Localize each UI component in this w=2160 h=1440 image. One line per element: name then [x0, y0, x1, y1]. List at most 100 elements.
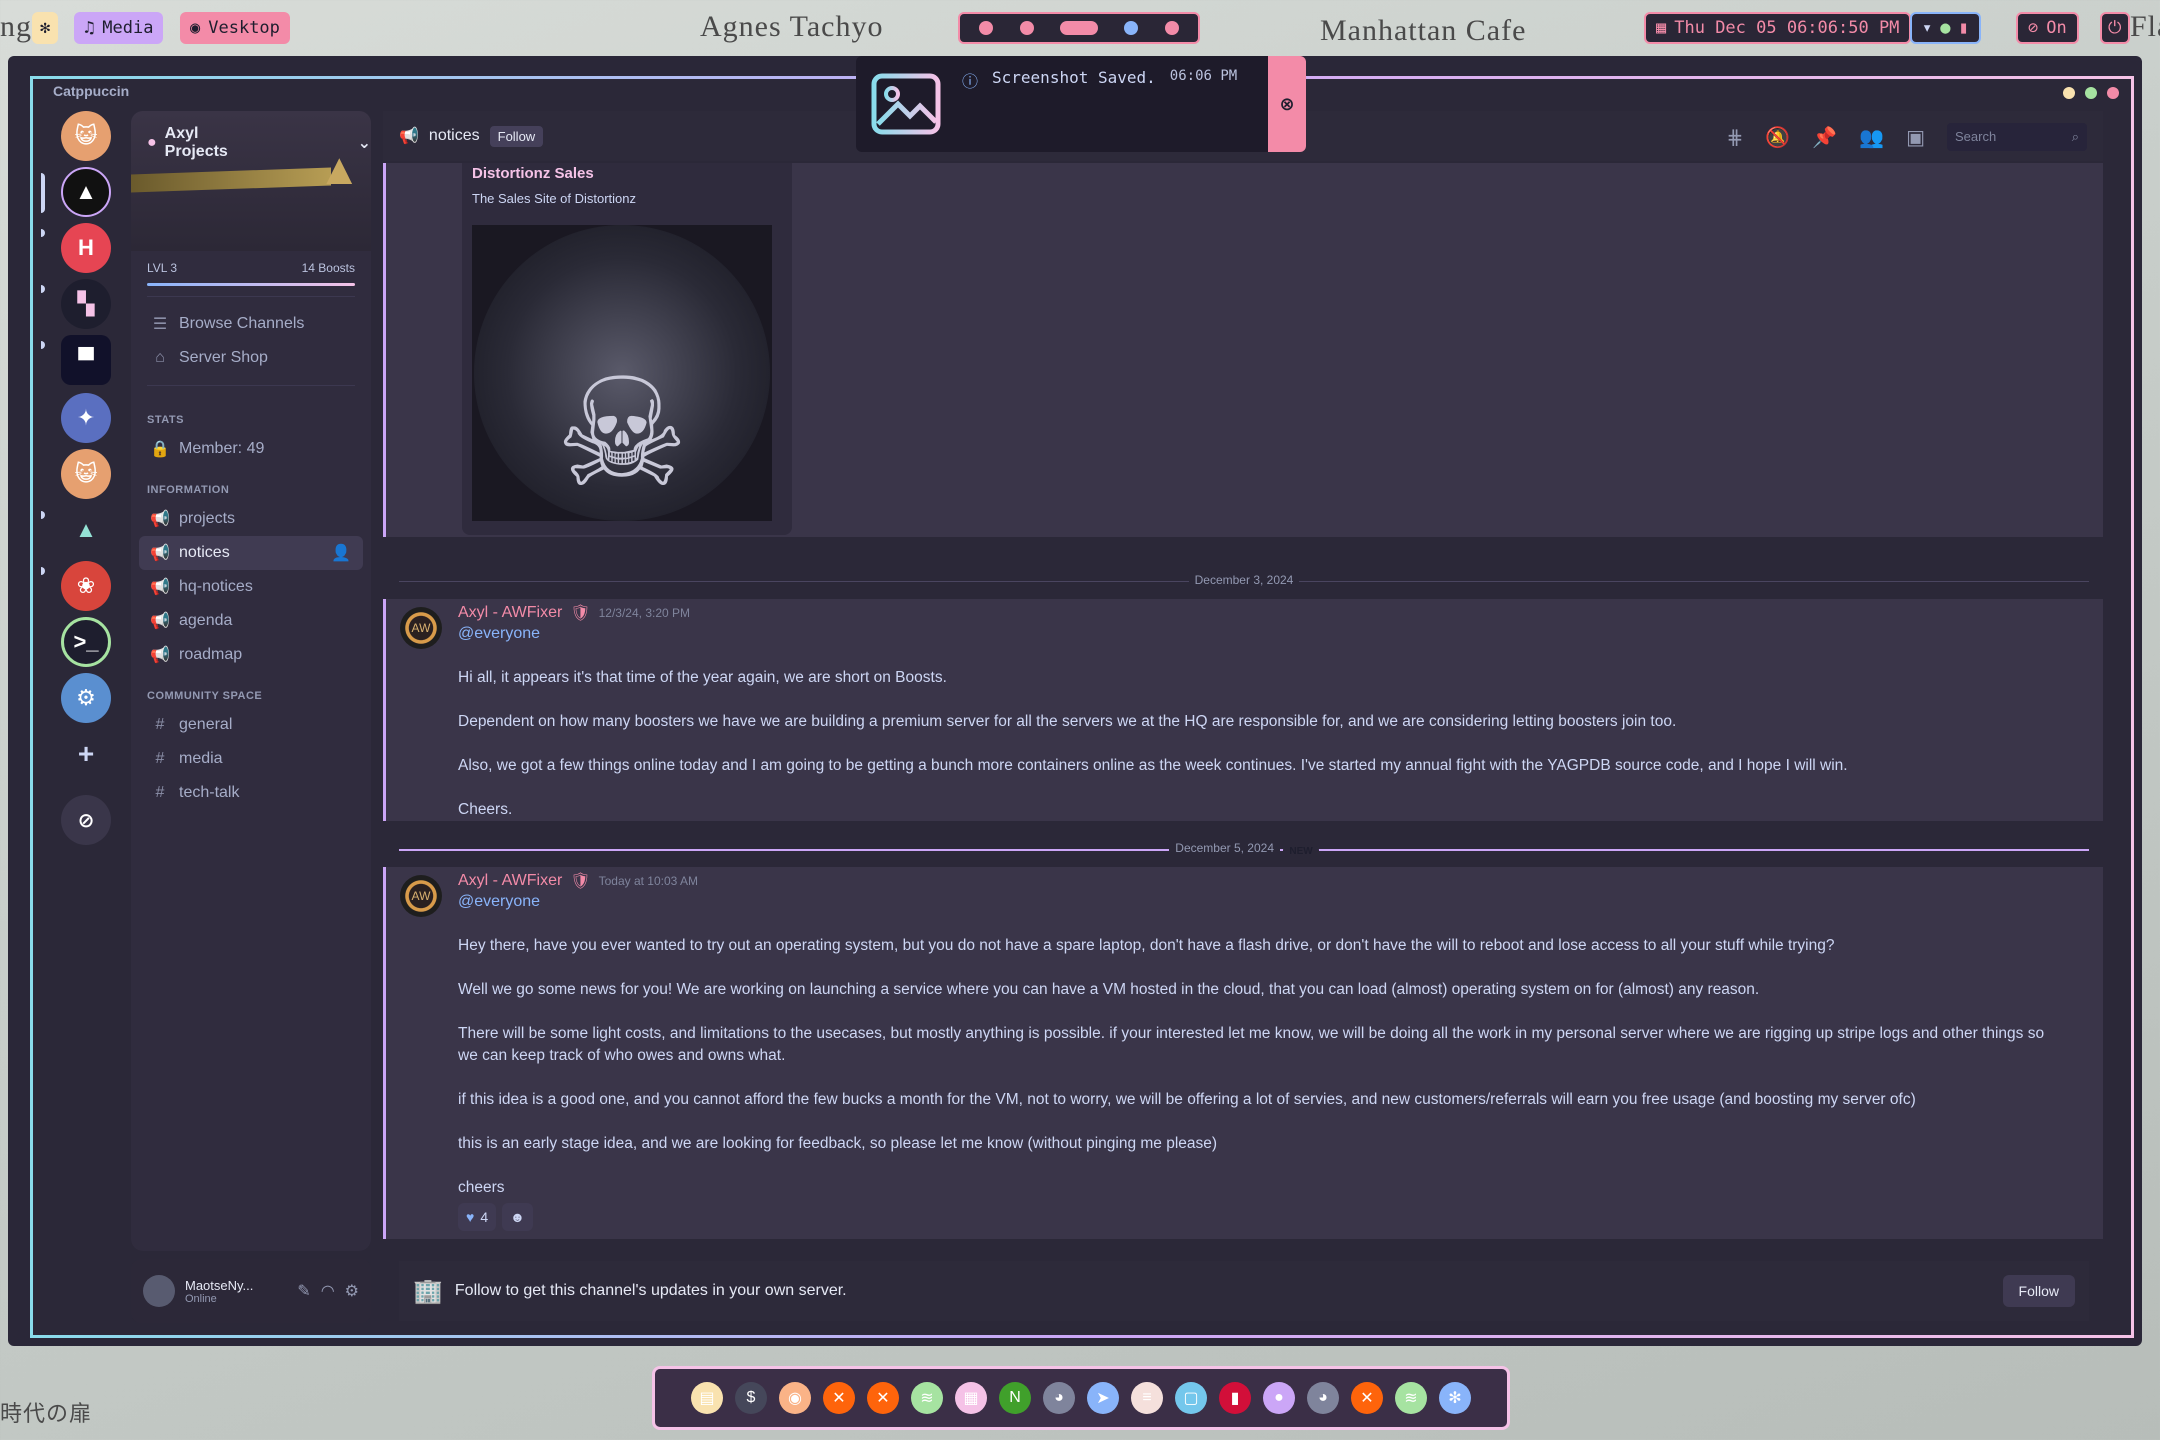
pin-icon[interactable]: 📌	[1812, 125, 1837, 150]
vesktop-button[interactable]: ◉ Vesktop	[180, 12, 290, 44]
sidebar-nav-item[interactable]: ⌂ Server Shop	[139, 341, 363, 375]
author-name[interactable]: Axyl - AWFixer	[458, 872, 562, 890]
media-button[interactable]: ♫ Media	[74, 12, 164, 44]
header-follow-button[interactable]: Follow	[489, 125, 544, 147]
notes-icon[interactable]: ≡	[1131, 1382, 1163, 1414]
server-shell[interactable]: >_	[61, 617, 111, 667]
everyone-mention[interactable]: @everyone	[458, 893, 540, 911]
headphones-icon[interactable]: ◠	[321, 1281, 335, 1301]
gimp-icon[interactable]: ◕	[1307, 1382, 1339, 1414]
telegram-icon[interactable]: ➤	[1087, 1382, 1119, 1414]
channel-tech-talk[interactable]: # tech-talk	[139, 776, 363, 810]
settings-icon[interactable]: ✻	[1439, 1382, 1471, 1414]
channel-media[interactable]: # media	[139, 742, 363, 776]
chevron-down-icon: ⌄	[357, 135, 371, 152]
link-embed[interactable]: Distortionz Sales The Sales Site of Dist…	[462, 163, 792, 535]
channel-hq-notices[interactable]: 📢 hq-notices	[139, 570, 363, 604]
workspace-dot[interactable]	[979, 21, 994, 35]
status-widget[interactable]: ⊘ On	[2016, 12, 2079, 44]
hashtag-icon: #	[155, 750, 165, 767]
message[interactable]: AW Axyl - AWFixer 🛡 Today at 10:03 AM @e…	[383, 867, 2103, 1239]
server-banner[interactable]: ▲ ● Axyl Projects ⌄	[131, 111, 371, 251]
heart-reaction[interactable]: ♥ 4	[458, 1203, 497, 1231]
stats-category[interactable]: STATS	[131, 396, 371, 432]
invite-icon[interactable]: 👤	[331, 543, 351, 563]
embed-title[interactable]: Distortionz Sales	[472, 165, 594, 182]
spotify-icon[interactable]: ≋	[1395, 1382, 1427, 1414]
server-holiday[interactable]: ❀	[61, 561, 111, 611]
maximize-button[interactable]	[2085, 87, 2097, 99]
everyone-mention[interactable]: @everyone	[458, 625, 540, 643]
server-h[interactable]: H	[61, 223, 111, 273]
server-name-row[interactable]: ● Axyl Projects ⌄	[147, 125, 371, 161]
threads-icon[interactable]: ⋕	[1727, 125, 1744, 150]
message-header: Axyl - AWFixer 🛡 12/3/24, 3:20 PM	[458, 603, 690, 623]
music-player-icon[interactable]: ●	[1263, 1382, 1295, 1414]
workspace-indicator[interactable]	[958, 12, 1200, 44]
channel-projects[interactable]: 📢 projects	[139, 502, 363, 536]
channel-roadmap[interactable]: 📢 roadmap	[139, 638, 363, 672]
tray-widget[interactable]: ▾ ● ▮	[1910, 12, 1981, 44]
folder-icon[interactable]: ▤	[691, 1382, 723, 1414]
workspace-active[interactable]	[1059, 21, 1098, 35]
information-category[interactable]: INFORMATION	[131, 466, 371, 502]
server-axyl-projects[interactable]: ▲	[61, 167, 111, 217]
user-info[interactable]: MaotseNy... Online	[185, 1278, 287, 1305]
swaync-icon[interactable]: $	[735, 1382, 767, 1414]
channel-general[interactable]: # general	[139, 708, 363, 742]
embed-image[interactable]: ☠	[472, 225, 772, 521]
add-server-button[interactable]: +	[61, 729, 111, 779]
discover-button[interactable]: ⊘	[61, 795, 111, 845]
server-anime[interactable]: ✦	[61, 393, 111, 443]
workspace-dot[interactable]	[1124, 21, 1139, 35]
workspace-button[interactable]: ✻	[32, 12, 59, 44]
clock-widget[interactable]: ▦ Thu Dec 05 06:06:50 PM	[1644, 12, 1912, 44]
app-x-icon[interactable]: ✕	[867, 1382, 899, 1414]
follow-button[interactable]: Follow	[2002, 1275, 2075, 1307]
discord-window: Catppuccin 😺 ▲ H ▚ ▀ ✦ 😺 ▲ ❀ >_ ⚙ + ⊘ ▲ …	[8, 56, 2142, 1346]
notification-time: 06:06 PM	[1169, 68, 1238, 84]
server-gear[interactable]: ⚙	[61, 673, 111, 723]
workspace-dot[interactable]	[1164, 21, 1179, 35]
spotify-icon[interactable]: ≋	[911, 1382, 943, 1414]
boost-progress[interactable]: LVL 3 14 Boosts	[131, 251, 371, 275]
notification-bell-icon[interactable]: 🔕	[1765, 125, 1790, 150]
screenshot-notification[interactable]: ⓘ Screenshot Saved. 06:06 PM ⊗	[856, 56, 1306, 152]
minimize-button[interactable]	[2063, 87, 2075, 99]
book-icon[interactable]: ▮	[1219, 1382, 1251, 1414]
close-window-button[interactable]	[2107, 87, 2119, 99]
date-separator-label: December 3, 2024	[1188, 573, 1300, 587]
avatar[interactable]	[143, 1275, 175, 1307]
inbox-icon[interactable]: ▣	[1906, 125, 1925, 150]
firefox-icon[interactable]: ◉	[779, 1382, 811, 1414]
add-reaction-button[interactable]: ☻	[502, 1203, 533, 1231]
member-list-icon[interactable]: 👥	[1859, 125, 1884, 150]
screen-icon[interactable]: ▢	[1175, 1382, 1207, 1414]
server-arch[interactable]: ▲	[61, 505, 111, 555]
workspace-dot[interactable]	[1019, 21, 1034, 35]
app-x-icon[interactable]: ✕	[823, 1382, 855, 1414]
gimp-icon[interactable]: ◕	[1043, 1382, 1075, 1414]
discord-icon: ◉	[190, 18, 201, 38]
search-input[interactable]: Search ⌕	[1947, 123, 2087, 151]
community-category[interactable]: COMMUNITY SPACE	[131, 672, 371, 708]
avatar[interactable]: AW	[400, 875, 442, 917]
settings-gear-icon[interactable]: ⚙	[345, 1281, 359, 1301]
home-avatar-button[interactable]: 😺	[61, 111, 111, 161]
server-terminal-dark[interactable]: ▀	[61, 335, 111, 385]
photos-icon[interactable]: ▦	[955, 1382, 987, 1414]
channel-notices[interactable]: 📢 notices 👤	[139, 536, 363, 570]
app-x-icon[interactable]: ✕	[1351, 1382, 1383, 1414]
power-button[interactable]: ⏻	[2100, 12, 2130, 44]
sidebar-nav-item[interactable]: ☰ Browse Channels	[139, 307, 363, 341]
server-pink[interactable]: ▚	[61, 279, 111, 329]
author-name[interactable]: Axyl - AWFixer	[458, 604, 562, 622]
member-count-channel[interactable]: 🔒 Member: 49	[139, 432, 363, 466]
server-cat[interactable]: 😺	[61, 449, 111, 499]
neovim-icon[interactable]: N	[999, 1382, 1031, 1414]
mute-mic-icon[interactable]: ✎	[297, 1281, 310, 1301]
channel-agenda[interactable]: 📢 agenda	[139, 604, 363, 638]
avatar[interactable]: AW	[400, 607, 442, 649]
message[interactable]: AW Axyl - AWFixer 🛡 12/3/24, 3:20 PM @ev…	[383, 599, 2103, 821]
close-notification-button[interactable]: ⊗	[1268, 56, 1306, 152]
